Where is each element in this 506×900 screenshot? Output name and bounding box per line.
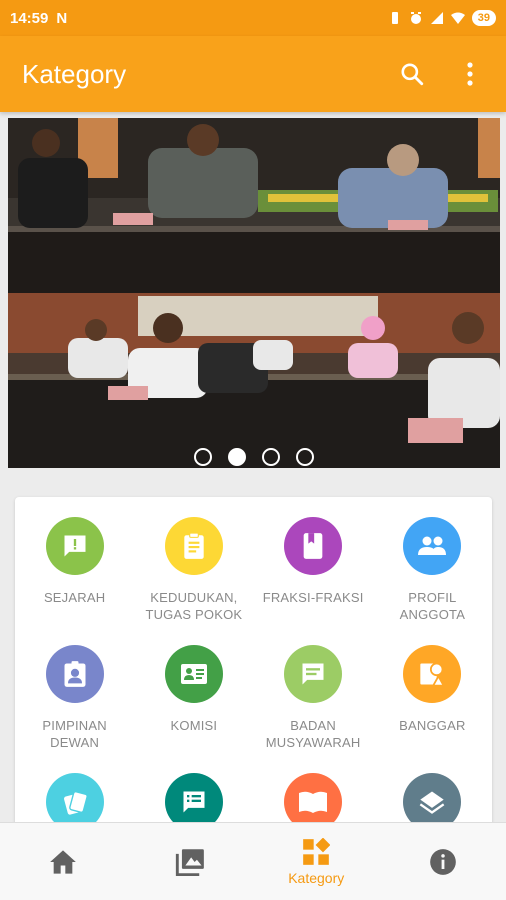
category-banggar[interactable]: BANGGAR (373, 645, 492, 773)
battery-icon: 39 (471, 10, 496, 26)
category-icon (303, 837, 331, 865)
category-label: FRAKSI-FRAKSI (262, 590, 364, 605)
status-icons: 39 (388, 10, 496, 26)
clipboard-icon (164, 517, 223, 575)
nav-info[interactable] (380, 823, 506, 900)
notification-icon: N (56, 9, 68, 27)
nav-gallery[interactable] (127, 823, 254, 900)
category-komisi[interactable]: KOMISI (134, 645, 253, 773)
vibrate-icon (391, 12, 398, 24)
wifi-icon (450, 12, 465, 24)
category-label: BANGGAR (399, 718, 466, 733)
more-options-button[interactable] (456, 60, 484, 88)
slider-dot-2[interactable] (228, 448, 246, 466)
category-badan-musyawarah[interactable]: BADAN MUSYAWARAH (254, 645, 373, 773)
category-pimpinan-dewan[interactable]: PIMPINAN DEWAN (15, 645, 134, 773)
search-button[interactable] (398, 60, 426, 88)
slider-dot-3[interactable] (262, 448, 280, 466)
more-vert-icon (467, 62, 473, 86)
app-bar: Kategory (0, 36, 506, 112)
nav-label-kategory: Kategory (288, 869, 345, 886)
category-label: BADAN MUSYAWARAH (265, 718, 361, 750)
info-icon (429, 848, 456, 875)
announcement-icon (45, 517, 104, 575)
contact-card-icon (164, 645, 223, 703)
slider-dot-4[interactable] (296, 448, 314, 466)
alarm-icon (410, 12, 421, 24)
category-card: SEJARAH KEDUDUKAN, TUGAS POKOK FRAKSI-FR… (15, 497, 492, 877)
category-fraksi[interactable]: FRAKSI-FRAKSI (254, 517, 373, 645)
page-title: Kategory (22, 58, 127, 89)
badge-icon (45, 645, 104, 703)
category-label: PIMPINAN DEWAN (42, 718, 107, 750)
image-slider[interactable] (8, 118, 500, 468)
status-time: 14:59 (10, 9, 49, 27)
slider-indicators (8, 448, 500, 466)
category-label: PROFIL ANGGOTA (399, 590, 466, 622)
category-kedudukan[interactable]: KEDUDUKAN, TUGAS POKOK (134, 517, 253, 645)
slider-dot-1[interactable] (194, 448, 212, 466)
category-label: KEDUDUKAN, TUGAS POKOK (145, 590, 243, 622)
category-label: SEJARAH (43, 590, 106, 605)
gallery-icon (175, 848, 204, 876)
book-icon (284, 517, 343, 575)
status-bar: 14:59 N 39 (0, 0, 506, 36)
category-profil-anggota[interactable]: PROFIL ANGGOTA (373, 517, 492, 645)
signal-icon (430, 12, 443, 24)
meeting-photo (8, 118, 500, 468)
category-sejarah[interactable]: SEJARAH (15, 517, 134, 645)
shapes-icon (403, 645, 462, 703)
nav-kategory[interactable]: Kategory (253, 823, 380, 900)
nav-home[interactable] (0, 823, 127, 900)
chat-icon (284, 645, 343, 703)
bottom-navigation: Kategory (0, 822, 506, 900)
search-icon (401, 63, 424, 86)
home-icon (50, 849, 77, 874)
people-icon (403, 517, 462, 575)
category-label: KOMISI (170, 718, 218, 733)
